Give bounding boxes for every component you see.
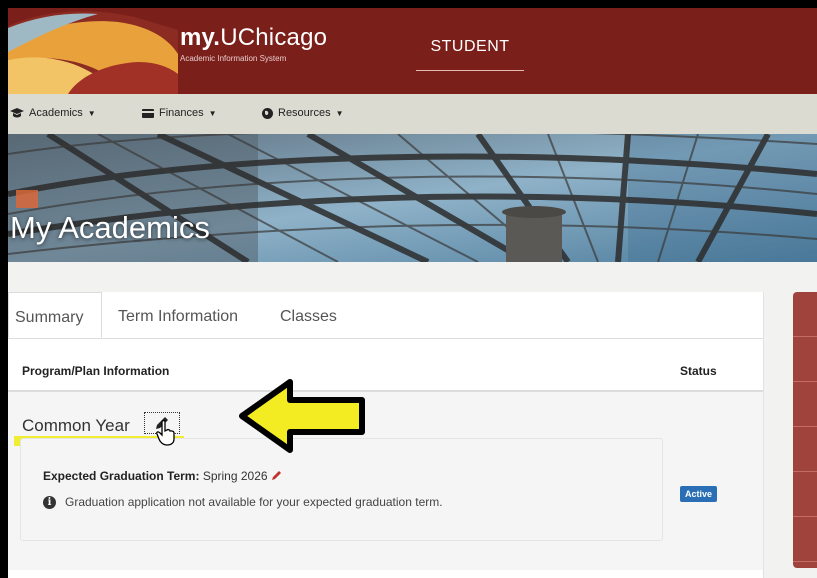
logo-banner-art [8,8,178,94]
nav-academics[interactable]: Academics ▼ [10,107,96,119]
credit-card-icon [142,108,154,118]
role-tab-student[interactable]: STUDENT [416,38,524,56]
column-header-status: Status [680,364,717,378]
side-tab-u[interactable]: U [793,427,817,472]
role-tab-underline [416,70,524,71]
brand-subtitle: Academic Information System [180,54,287,63]
side-tab-e[interactable]: E [793,382,817,427]
content-area: Summary Term Information Classes Program… [8,262,817,578]
status-badge: Active [680,486,718,502]
tab-summary-label: Summary [15,309,84,326]
brand-logo[interactable]: my.UChicago Academic Information System [180,24,327,63]
graduation-cap-icon [10,108,24,118]
graduation-note-text: Graduation application not available for… [65,495,443,509]
pencil-icon[interactable] [271,469,283,481]
page-title: My Academics [10,210,210,245]
nav-finances-label: Finances [159,107,204,119]
nav-resources[interactable]: Resources ▼ [262,107,344,119]
brand-name: UChicago [220,24,328,51]
academics-panel: Summary Term Information Classes Program… [8,292,764,578]
tab-summary[interactable]: Summary [8,292,102,338]
nav-resources-label: Resources [278,107,331,119]
nav-academics-label: Academics [29,107,83,119]
caret-down-icon: ▼ [335,108,344,118]
side-tab-c[interactable]: C [793,517,817,562]
graduation-term-value: Spring 2026 [202,469,268,483]
graduation-note: i Graduation application not available f… [43,495,443,509]
tab-classes[interactable]: Classes [280,308,337,326]
hero-banner: My Academics [8,134,817,262]
top-header: my.UChicago Academic Information System … [8,8,817,94]
info-icon: i [43,495,56,509]
side-tab-m[interactable]: M [793,292,817,337]
main-nav: Academics ▼ Finances ▼ Resources ▼ [8,94,817,134]
yellow-arrow-annotation [239,379,365,453]
tab-bar: Summary Term Information Classes [8,292,763,339]
graduation-term-label: Expected Graduation Term: [43,469,200,483]
side-tab-g[interactable]: G [793,472,817,517]
program-row: Common Year Expected Graduation Term: Sp… [8,392,763,570]
graduation-term-line: Expected Graduation Term: Spring 2026 [43,469,283,483]
browser-viewport: my.UChicago Academic Information System … [8,8,817,578]
brand-prefix: my. [180,24,221,51]
caret-down-icon: ▼ [87,108,96,118]
side-tab-stack: M V E U G C [793,292,817,568]
caret-down-icon: ▼ [208,108,217,118]
globe-icon [262,107,273,119]
nav-finances[interactable]: Finances ▼ [142,107,217,119]
program-name: Common Year [22,416,130,435]
column-header-program: Program/Plan Information [22,364,170,378]
tab-term-information[interactable]: Term Information [118,308,238,326]
hand-cursor-icon [156,420,175,446]
side-tab-v[interactable]: V [793,337,817,382]
table-header: Program/Plan Information Status [8,338,763,392]
